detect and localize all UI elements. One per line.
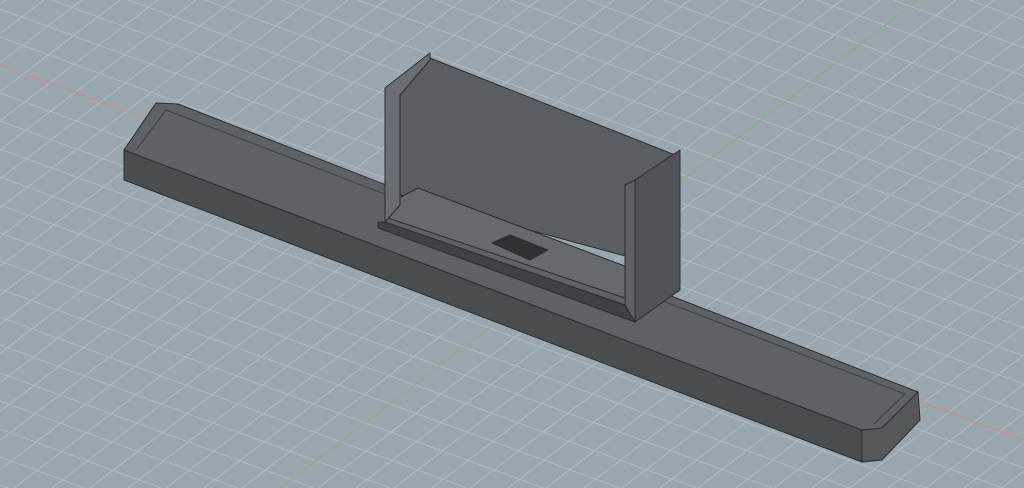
box-right-wall — [634, 149, 681, 323]
grid-line — [969, 0, 1024, 21]
box-right-wall-edge — [624, 179, 636, 323]
grid-line — [925, 412, 1024, 488]
3d-viewport[interactable] — [0, 0, 1024, 488]
grid-line — [0, 400, 238, 488]
grid-line — [0, 0, 83, 64]
grid-line — [0, 0, 121, 93]
grid-line — [0, 428, 162, 488]
grid-line — [816, 0, 1024, 77]
grid-line — [0, 316, 468, 488]
grid-line — [0, 288, 544, 488]
grid-line — [1001, 470, 1024, 488]
grid-line — [0, 0, 7, 5]
model-part[interactable] — [123, 52, 921, 463]
grid-line — [0, 372, 315, 488]
grid-line — [0, 0, 45, 34]
grid-line — [892, 0, 1024, 49]
grid-line — [0, 0, 159, 122]
grid-line — [739, 0, 1024, 105]
